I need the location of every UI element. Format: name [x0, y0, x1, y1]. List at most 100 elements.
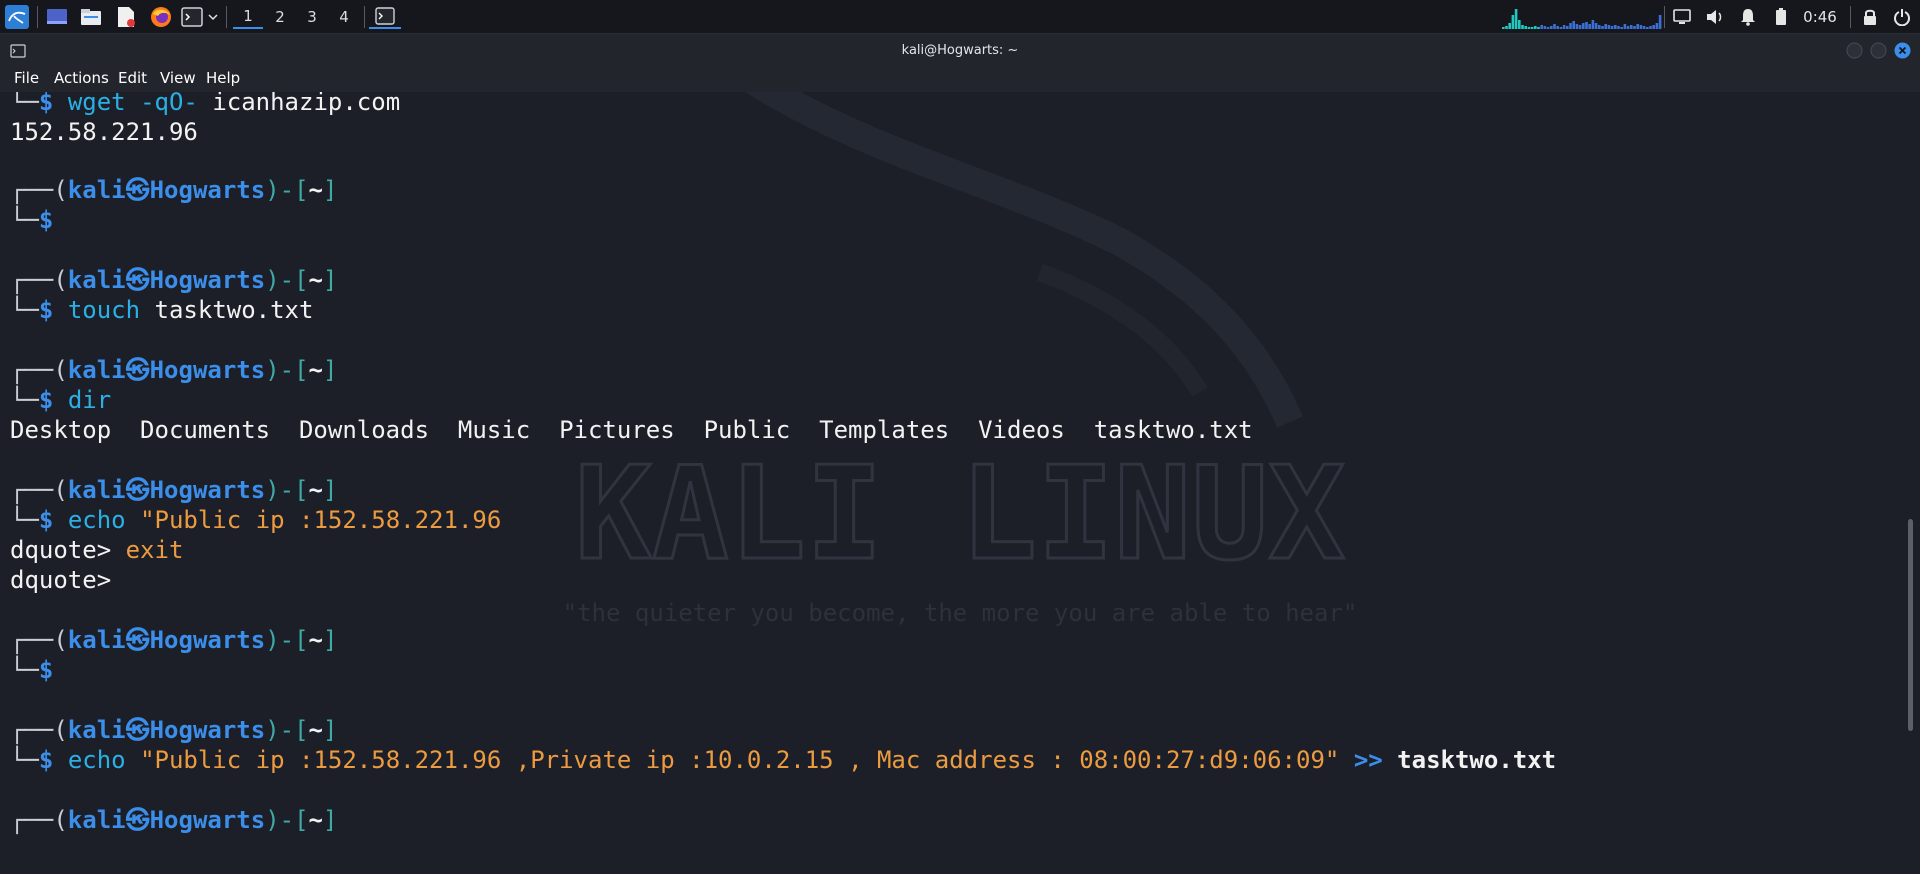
window-app-icon	[10, 43, 26, 62]
cpu-graph-bar	[1569, 23, 1572, 29]
window-title: kali@Hogwarts: ~	[901, 42, 1019, 58]
prompt-line: ┌──(kali㉿Hogwarts)-[~]	[10, 266, 338, 294]
file-manager-icon[interactable]	[78, 4, 104, 29]
cpu-graph-bar	[1556, 26, 1559, 29]
cpu-graph-bar	[1658, 15, 1662, 29]
cpu-graph-bar	[1534, 26, 1537, 29]
prompt-input-line: └─$ echo "Public ip :152.58.221.96 ,Priv…	[10, 746, 1557, 774]
cpu-graph-bar	[1652, 25, 1655, 29]
cpu-graph-widget[interactable]	[1498, 4, 1662, 29]
cpu-graph-bar	[1527, 27, 1531, 29]
menu-actions[interactable]: Actions	[54, 69, 109, 87]
cpu-graph-bar	[1502, 27, 1505, 29]
cpu-graph-bar	[1636, 24, 1639, 29]
cpu-graph-bar	[1646, 27, 1649, 29]
prompt-input-line: └─$ dir	[10, 386, 112, 414]
logout-icon[interactable]	[1890, 4, 1914, 29]
launcher-dropdown-icon[interactable]	[206, 4, 220, 29]
prompt-input-line: └─$ touch tasktwo.txt	[10, 296, 314, 324]
menu-edit[interactable]: Edit	[118, 69, 147, 87]
wallpaper-tagline: "the quieter you become, the more you ar…	[563, 599, 1358, 627]
top-panel: 1 2 3 4 0:46	[0, 0, 1920, 34]
cpu-graph-bar	[1655, 23, 1659, 29]
panel-clock[interactable]: 0:46	[1796, 4, 1844, 29]
cpu-graph-bar	[1559, 27, 1563, 29]
cpu-graph-bar	[1649, 26, 1652, 29]
notification-bell-icon[interactable]	[1736, 4, 1760, 29]
terminal-launcher-icon[interactable]	[180, 4, 204, 29]
terminal-line: dquote> exit	[10, 536, 184, 564]
prompt-line: ┌──(kali㉿Hogwarts)-[~]	[10, 626, 338, 654]
lock-screen-icon[interactable]	[1858, 4, 1882, 29]
prompt-line: ┌──(kali㉿Hogwarts)-[~]	[10, 716, 338, 744]
workspace-4[interactable]: 4	[329, 4, 359, 29]
cpu-graph-bar	[1598, 25, 1601, 29]
cpu-graph-bar	[1546, 27, 1550, 29]
menu-file[interactable]: File	[14, 69, 39, 87]
cpu-graph-bar	[1620, 27, 1623, 29]
terminal-output[interactable]: KALI LINUX "the quieter you become, the …	[0, 92, 1920, 874]
cpu-graph-bar	[1521, 25, 1524, 29]
terminal-line: 152.58.221.96	[10, 118, 198, 146]
cpu-graph-bar	[1505, 26, 1508, 29]
cpu-graph-bar	[1508, 23, 1511, 29]
prompt-input-line: └─$	[10, 206, 54, 234]
firefox-icon[interactable]	[148, 4, 174, 29]
workspace-2[interactable]: 2	[265, 4, 295, 29]
cpu-graph-bar	[1639, 25, 1643, 29]
cpu-graph-bar	[1578, 25, 1582, 29]
cpu-graph-bar	[1553, 24, 1556, 29]
cpu-graph-bar	[1614, 25, 1617, 29]
cpu-graph-bar	[1607, 25, 1611, 29]
prompt-input-line: └─$ echo "Public ip :152.58.221.96	[10, 506, 502, 534]
menu-bar: File Actions Edit View Help	[0, 66, 1920, 93]
cpu-graph-bar	[1514, 9, 1518, 29]
terminal-line: Desktop Documents Downloads Music Pictur…	[10, 416, 1253, 444]
cpu-graph-bar	[1610, 26, 1614, 29]
cpu-graph-bar	[1626, 26, 1630, 29]
prompt-line: ┌──(kali㉿Hogwarts)-[~]	[10, 356, 338, 384]
prompt-line: ┌──(kali㉿Hogwarts)-[~]	[10, 176, 338, 204]
cpu-graph-bar	[1562, 25, 1566, 29]
menu-view[interactable]: View	[160, 69, 196, 87]
minimize-button[interactable]	[1846, 42, 1863, 63]
cpu-graph-bar	[1550, 26, 1553, 29]
volume-icon[interactable]	[1702, 4, 1728, 29]
terminal-scrollbar[interactable]	[1908, 519, 1913, 731]
prompt-line: ┌──(kali㉿Hogwarts)-[~]	[10, 806, 338, 834]
workspace-1[interactable]: 1	[233, 4, 263, 29]
maximize-button[interactable]	[1870, 42, 1887, 63]
text-editor-icon[interactable]	[114, 4, 138, 29]
prompt-line: ┌──(kali㉿Hogwarts)-[~]	[10, 476, 338, 504]
cpu-graph-bar	[1623, 24, 1627, 29]
terminal-line: dquote>	[10, 566, 112, 594]
cpu-graph-bar	[1572, 21, 1575, 29]
kali-menu-icon[interactable]	[3, 4, 30, 29]
cpu-graph-bar	[1594, 23, 1598, 29]
cpu-graph-bar	[1566, 26, 1569, 29]
cpu-graph-bar	[1511, 15, 1515, 29]
taskbar-terminal-window[interactable]	[369, 4, 401, 29]
cpu-graph-bar	[1633, 26, 1636, 29]
cpu-graph-bar	[1518, 20, 1521, 29]
display-icon[interactable]	[1669, 4, 1695, 29]
battery-icon[interactable]	[1770, 4, 1792, 29]
cpu-graph-bar	[1604, 24, 1607, 29]
cpu-graph-bar	[1601, 26, 1604, 29]
close-button[interactable]	[1894, 42, 1911, 63]
cpu-graph-bar	[1524, 26, 1527, 29]
cpu-graph-bar	[1585, 22, 1588, 29]
cpu-graph-bar	[1588, 24, 1591, 29]
cpu-graph-bar	[1543, 26, 1547, 29]
menu-help[interactable]: Help	[206, 69, 240, 87]
cpu-graph-bar	[1630, 25, 1633, 29]
cpu-graph-bar	[1617, 26, 1620, 29]
cpu-graph-bar	[1537, 27, 1540, 29]
wallpaper-logo-text: KALI LINUX	[575, 440, 1346, 589]
cpu-graph-bar	[1530, 27, 1534, 29]
terminal-line: └─$ wget -qO- icanhazip.com	[10, 92, 401, 116]
window-titlebar[interactable]: kali@Hogwarts: ~	[0, 34, 1920, 66]
cpu-graph-bar	[1540, 25, 1543, 29]
show-desktop-icon[interactable]	[44, 4, 70, 29]
workspace-3[interactable]: 3	[297, 4, 327, 29]
